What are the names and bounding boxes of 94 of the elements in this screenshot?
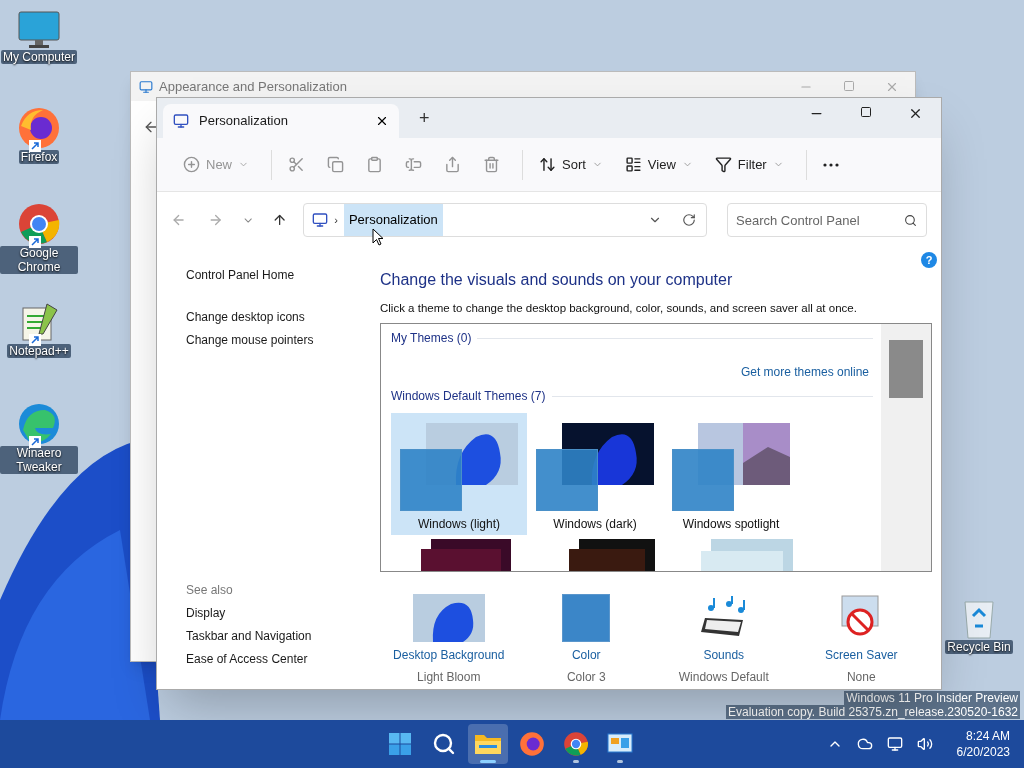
clock-time: 8:24 AM [965, 728, 1010, 744]
sidebar-link[interactable]: Control Panel Home [186, 266, 380, 284]
shortcut-label: Firefox [18, 150, 60, 164]
search-icon [432, 732, 456, 756]
evaluation-watermark-text: Windows 11 Pro Insider Preview [844, 691, 1020, 705]
setting-value: Light Bloom [417, 669, 481, 687]
maximize-icon[interactable] [860, 106, 872, 118]
control-panel-icon [607, 732, 633, 756]
control-panel-icon [312, 212, 329, 228]
rename-icon [405, 156, 422, 173]
search-icon [904, 214, 917, 227]
theme-name: Windows (dark) [553, 516, 637, 534]
view-icon [624, 156, 642, 173]
setting-link[interactable]: Color [571, 646, 601, 665]
firefox-icon [17, 106, 61, 150]
desktop-shortcut[interactable]: Recycle Bin [945, 596, 1013, 654]
shortcut-label: Notepad++ [7, 344, 71, 358]
shortcut-label: Google Chrome [0, 246, 78, 274]
sidebar-link[interactable]: Display [186, 602, 380, 625]
page-heading: Change the visuals and sounds on your computer [380, 270, 734, 290]
new-icon [183, 156, 200, 173]
control-panel-icon [139, 79, 153, 94]
refresh-icon[interactable] [682, 213, 696, 227]
taskbar-button[interactable] [468, 724, 508, 764]
new-tab-button[interactable]: + [413, 105, 436, 132]
clock-date: 6/20/2023 [956, 744, 1010, 760]
desktop-shortcut[interactable]: Google Chrome [0, 202, 78, 274]
shortcut-label: My Computer [1, 50, 77, 64]
cut-icon [288, 156, 305, 173]
theme-name: Windows (light) [418, 516, 500, 534]
windows-logo-icon [388, 732, 412, 756]
get-more-themes-link[interactable]: Get more themes online [740, 363, 869, 382]
close-icon[interactable] [375, 114, 389, 128]
setting-value: Windows Default [678, 669, 769, 687]
more-icon [822, 162, 839, 167]
theme-tile[interactable]: Windows (dark) [527, 413, 663, 536]
sidebar-link[interactable]: Ease of Access Center [186, 648, 380, 671]
toolbar-button[interactable]: Sort [531, 148, 611, 181]
chrome-icon [563, 731, 589, 757]
tab-title: Personalization [199, 112, 288, 131]
desktop-shortcut[interactable]: Winaero Tweaker [0, 402, 78, 474]
setting-link[interactable]: Screen Saver [824, 646, 898, 665]
sort-icon [539, 156, 556, 173]
scrollbar[interactable] [881, 324, 931, 572]
window-tab[interactable]: Personalization [163, 104, 399, 138]
cloud-icon[interactable] [856, 736, 873, 752]
theme-name: Windows spotlight [682, 516, 780, 534]
sidebar-link[interactable]: Change desktop icons [186, 306, 380, 329]
desktop-shortcut[interactable]: My Computer [0, 10, 78, 64]
color-swatch [562, 594, 611, 643]
sidebar-link[interactable]: Change mouse pointers [186, 329, 380, 352]
scroll-thumb[interactable] [889, 340, 923, 399]
chrome-icon [17, 202, 61, 246]
group-heading: Windows Default Themes (7) [391, 388, 546, 406]
breadcrumb-separator: › [334, 212, 338, 228]
volume-icon[interactable] [916, 736, 933, 752]
help-button[interactable]: ? [921, 252, 937, 268]
address-bar[interactable]: › Personalization [303, 203, 707, 237]
page-description: Click a theme to change the desktop background, color, sounds, and screen saver all at once. [380, 301, 858, 316]
clock[interactable]: 8:24 AM 6/20/2023 [956, 728, 1010, 760]
paste-icon [366, 156, 383, 173]
setting-link[interactable]: Sounds [703, 646, 745, 665]
close-icon[interactable] [908, 106, 923, 121]
theme-tile[interactable]: Windows (light) [391, 413, 527, 536]
see-also-heading: See also [186, 582, 234, 599]
forward-icon[interactable] [208, 212, 224, 228]
firefox-icon [519, 731, 545, 757]
group-heading: My Themes (0) [391, 330, 472, 348]
theme-tile[interactable]: Windows spotlight [663, 413, 799, 536]
delete-icon [483, 156, 500, 173]
toolbar-button[interactable]: Filter [706, 148, 792, 181]
desktop-shortcut[interactable]: Firefox [0, 106, 78, 164]
network-icon[interactable] [886, 736, 903, 752]
monitor-icon [17, 10, 61, 50]
toolbar-button[interactable]: View [616, 148, 701, 181]
shortcut-label: Recycle Bin [945, 640, 1013, 654]
setting-link[interactable]: Desktop Background [393, 646, 505, 665]
sidebar-link[interactable]: Taskbar and Navigation [186, 625, 380, 648]
filter-icon [714, 156, 732, 173]
control-panel-icon [173, 113, 189, 129]
shortcut-label: Winaero Tweaker [0, 446, 78, 474]
search-field[interactable]: Search Control Panel [727, 203, 927, 237]
share-icon [444, 156, 461, 173]
copy-icon [327, 156, 344, 173]
evaluation-watermark-text: Evaluation copy. Build 25375.zn_release.230520-1632 [726, 705, 1020, 719]
setting-value: None [846, 669, 876, 687]
back-icon[interactable] [171, 212, 187, 228]
swirl-app-icon [17, 402, 61, 446]
desktop-shortcut[interactable]: Notepad++ [0, 300, 78, 358]
window-title: Appearance and Personalization [159, 77, 347, 96]
folder-icon [474, 732, 502, 756]
breadcrumb[interactable]: Personalization [343, 204, 443, 236]
setting-value: Color 3 [566, 669, 606, 687]
mouse-pointer-icon [372, 228, 384, 246]
